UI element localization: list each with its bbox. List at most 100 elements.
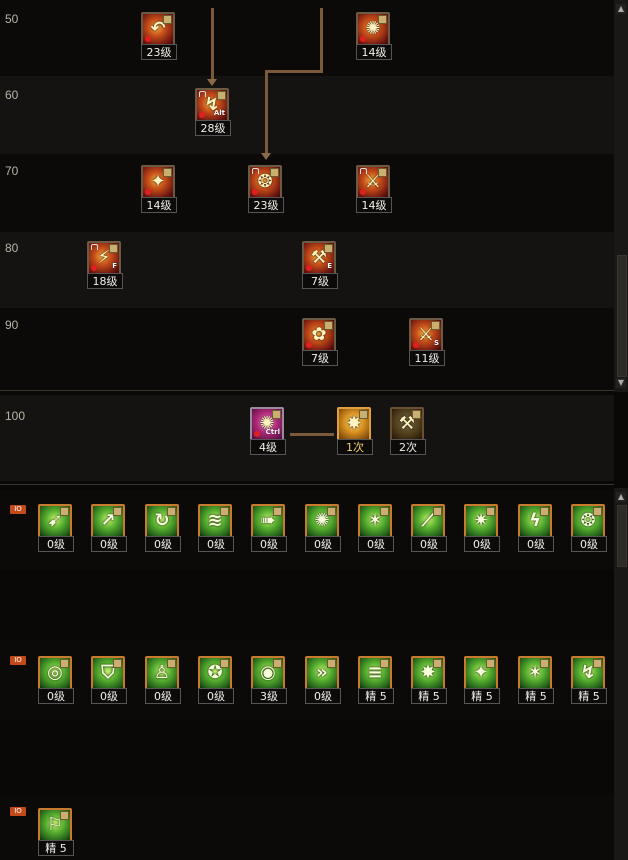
passive-skill-slot[interactable]: » 0级 xyxy=(305,656,343,706)
skill-level: 0级 xyxy=(145,536,181,552)
passive-skill-slot[interactable]: ➠ 0级 xyxy=(251,504,289,554)
passive-skill-slot[interactable]: ✷ 0级 xyxy=(464,504,502,554)
skill-slot[interactable]: ✺ 14级 xyxy=(356,12,394,62)
skill-level: 精 5 xyxy=(38,840,74,856)
skill-level: 7级 xyxy=(302,273,338,289)
skill-icon: ✺ Ctrl xyxy=(250,407,284,441)
scroll-up-icon[interactable]: ▲ xyxy=(616,4,626,14)
connector-arrow-icon xyxy=(261,153,271,160)
skill-slot[interactable]: ✸ 1次 xyxy=(337,407,375,457)
skill-level: 精 5 xyxy=(464,688,500,704)
connector-line xyxy=(320,8,323,72)
passive-skill-icon: ❂ xyxy=(571,504,605,538)
passive-skill-icon: ≡ xyxy=(358,656,392,690)
level-label-70: 70 xyxy=(5,164,19,178)
level-label-90: 90 xyxy=(5,318,19,332)
passive-skill-icon: ⟋ xyxy=(411,504,445,538)
skill-slot[interactable]: ↶ 23级 xyxy=(141,12,179,62)
hotkey-label: S xyxy=(433,339,439,347)
skill-slot[interactable]: ❂ 23级 xyxy=(248,165,286,215)
skill-slot[interactable]: ⚒ E 7级 xyxy=(302,241,340,291)
skill-level: 0级 xyxy=(464,536,500,552)
skill-slot[interactable]: ⚒ 2次 xyxy=(390,407,428,457)
skill-slot[interactable]: ✦ 14级 xyxy=(141,165,179,215)
passive-skill-slot[interactable]: ✪ 0级 xyxy=(198,656,236,706)
skill-slot[interactable]: ✿ 7级 xyxy=(302,318,340,368)
skill-level: 精 5 xyxy=(518,688,554,704)
skill-icon: ✸ xyxy=(337,407,371,441)
skill-level: 0级 xyxy=(91,688,127,704)
skill-level: 0级 xyxy=(38,688,74,704)
skill-icon: ⚔ S xyxy=(409,318,443,352)
skill-icon: ✦ xyxy=(141,165,175,199)
passive-scrollbar-thumb[interactable] xyxy=(617,505,627,567)
skill-slot[interactable]: ↯ Alt 28级 xyxy=(195,88,233,138)
section-tag-icon: IO xyxy=(10,656,26,665)
skill-level: 28级 xyxy=(195,120,231,136)
skill-icon: ↯ Alt xyxy=(195,88,229,122)
passive-skill-slot[interactable]: ↻ 0级 xyxy=(145,504,183,554)
skill-level: 0级 xyxy=(198,688,234,704)
passive-skill-slot[interactable]: ✦ 精 5 xyxy=(464,656,502,706)
passive-skill-icon: ✪ xyxy=(198,656,232,690)
skill-level: 14级 xyxy=(356,197,392,213)
skill-slot[interactable]: ⚔ S 11级 xyxy=(409,318,447,368)
hotkey-label: Ctrl xyxy=(265,428,280,436)
level-label-60: 60 xyxy=(5,88,19,102)
skill-level: 4级 xyxy=(250,439,286,455)
passive-skill-icon: ✸ xyxy=(411,656,445,690)
skill-level: 0级 xyxy=(305,536,341,552)
skill-icon: ⚒ xyxy=(390,407,424,441)
skill-slot[interactable]: ⚡ F 18级 xyxy=(87,241,125,291)
passive-skill-icon: ⚐ xyxy=(38,808,72,842)
skill-level: 14级 xyxy=(356,44,392,60)
connector-line xyxy=(265,70,268,154)
level-band-50 xyxy=(0,0,614,76)
passive-skill-slot[interactable]: ↯ 精 5 xyxy=(571,656,609,706)
skill-level: 1次 xyxy=(337,439,373,455)
skill-level: 2次 xyxy=(390,439,426,455)
level-band-100 xyxy=(0,395,614,481)
passive-skill-icon: ↯ xyxy=(571,656,605,690)
passive-skill-slot[interactable]: ✺ 0级 xyxy=(305,504,343,554)
scroll-down-icon[interactable]: ▼ xyxy=(616,378,626,388)
divider xyxy=(0,484,614,485)
passive-skill-slot[interactable]: ≡ 精 5 xyxy=(358,656,396,706)
passive-skill-icon: ⛉ xyxy=(91,656,125,690)
passive-skill-icon: ♙ xyxy=(145,656,179,690)
tree-scrollbar-thumb[interactable] xyxy=(617,255,627,377)
skill-level: 14级 xyxy=(141,197,177,213)
passive-skill-icon: ϟ xyxy=(518,504,552,538)
passive-skill-slot[interactable]: ↗ 0级 xyxy=(91,504,129,554)
passive-skill-slot[interactable]: ⚐ 精 5 xyxy=(38,808,76,858)
passive-skill-icon: ➠ xyxy=(251,504,285,538)
skill-slot[interactable]: ✺ Ctrl 4级 xyxy=(250,407,288,457)
passive-skill-slot[interactable]: ◉ 3级 xyxy=(251,656,289,706)
passive-skill-slot[interactable]: ✸ 精 5 xyxy=(411,656,449,706)
passive-skill-slot[interactable]: ❂ 0级 xyxy=(571,504,609,554)
skill-icon: ✺ xyxy=(356,12,390,46)
skill-level: 0级 xyxy=(38,536,74,552)
passive-skill-slot[interactable]: ➹ 0级 xyxy=(38,504,76,554)
skill-level: 0级 xyxy=(571,536,607,552)
skill-level: 精 5 xyxy=(411,688,447,704)
connector-line xyxy=(290,433,334,436)
divider xyxy=(0,390,614,391)
passive-skill-slot[interactable]: ⟋ 0级 xyxy=(411,504,449,554)
passive-skill-icon: ✺ xyxy=(305,504,339,538)
skill-level: 0级 xyxy=(411,536,447,552)
passive-skill-slot[interactable]: ♙ 0级 xyxy=(145,656,183,706)
passive-skill-slot[interactable]: ◎ 0级 xyxy=(38,656,76,706)
skill-slot[interactable]: ⚔ 14级 xyxy=(356,165,394,215)
skill-icon: ⚔ xyxy=(356,165,390,199)
skill-level: 0级 xyxy=(91,536,127,552)
passive-skill-icon: ✷ xyxy=(464,504,498,538)
passive-skill-slot[interactable]: ⛉ 0级 xyxy=(91,656,129,706)
passive-skill-slot[interactable]: ✶ 精 5 xyxy=(518,656,556,706)
passive-skill-slot[interactable]: ✶ 0级 xyxy=(358,504,396,554)
scroll-up-icon[interactable]: ▲ xyxy=(616,492,626,502)
passive-skill-slot[interactable]: ϟ 0级 xyxy=(518,504,556,554)
passive-skill-slot[interactable]: ≋ 0级 xyxy=(198,504,236,554)
skill-level: 0级 xyxy=(251,536,287,552)
level-label-50: 50 xyxy=(5,12,19,26)
